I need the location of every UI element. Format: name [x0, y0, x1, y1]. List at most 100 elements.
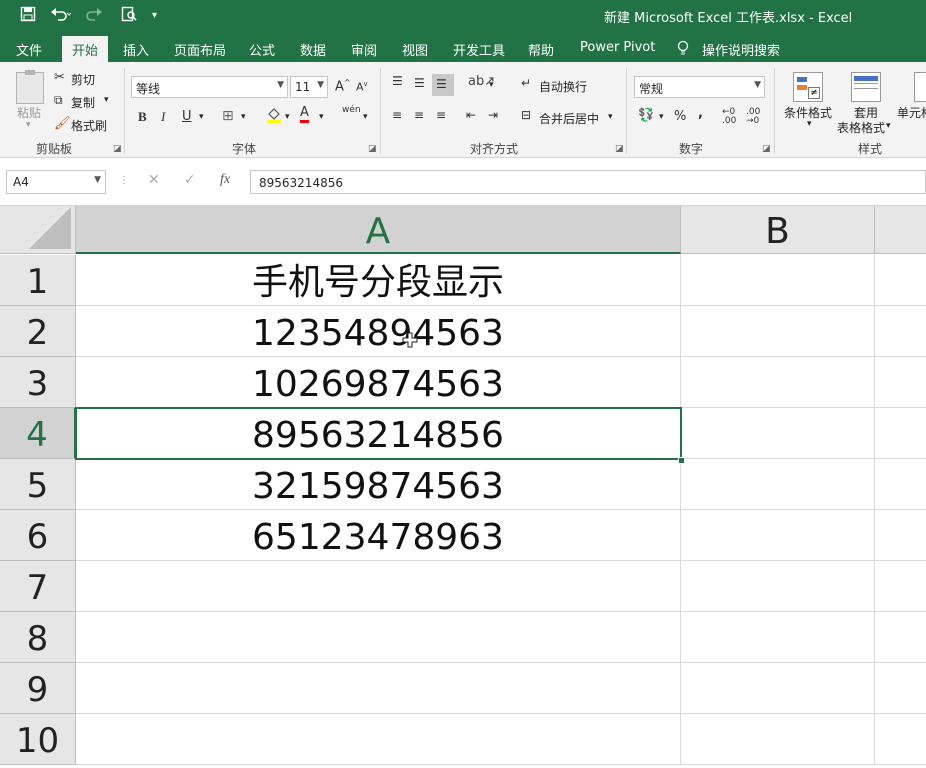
copy-button[interactable]: 复制 — [71, 94, 95, 111]
tab-page-layout[interactable]: 页面布局 — [174, 40, 226, 59]
align-bottom-icon[interactable]: ☰ — [432, 74, 454, 96]
font-launcher-icon[interactable]: ◪ — [368, 144, 377, 154]
format-as-table-button[interactable]: 表格格式 — [837, 119, 885, 136]
fill-color-icon[interactable] — [266, 106, 282, 128]
cell-a4[interactable]: 89563214856 — [76, 408, 681, 459]
cell-a1[interactable]: 手机号分段显示 — [76, 255, 681, 306]
fill-color-dropdown-icon[interactable]: ▾ — [285, 112, 290, 122]
cell-b5[interactable] — [681, 459, 875, 510]
font-color-dropdown-icon[interactable]: ▾ — [319, 112, 324, 122]
cell-b7[interactable] — [681, 561, 875, 612]
paste-icon[interactable] — [16, 70, 44, 104]
row-header[interactable]: 9 — [0, 663, 76, 714]
conditional-formatting-icon[interactable]: ≠ — [793, 72, 823, 102]
bold-button[interactable]: B — [138, 109, 147, 125]
number-format-select[interactable]: 常规 ▼ — [634, 76, 765, 98]
row-header[interactable]: 7 — [0, 561, 76, 612]
borders-icon[interactable]: ⊞ — [222, 108, 234, 124]
cell-a2[interactable]: 12354894563 — [76, 306, 681, 357]
tab-review[interactable]: 审阅 — [351, 40, 377, 59]
paste-button[interactable]: 粘贴 — [17, 104, 41, 121]
cell-a3[interactable]: 10269874563 — [76, 357, 681, 408]
tab-insert[interactable]: 插入 — [123, 40, 149, 59]
copy-dropdown-icon[interactable]: ▾ — [104, 95, 109, 105]
save-icon[interactable] — [20, 6, 36, 26]
tab-power-pivot[interactable]: Power Pivot — [580, 40, 655, 55]
tab-help[interactable]: 帮助 — [528, 40, 554, 59]
insert-function-button[interactable]: fx — [220, 172, 230, 188]
cell-c1[interactable] — [875, 255, 926, 306]
cell-b2[interactable] — [681, 306, 875, 357]
tab-formulas[interactable]: 公式 — [249, 40, 275, 59]
grow-font-icon[interactable]: A^ — [335, 78, 351, 94]
cell-c9[interactable] — [875, 663, 926, 714]
fill-handle[interactable] — [678, 457, 685, 464]
borders-dropdown-icon[interactable]: ▾ — [241, 112, 246, 122]
cell-b1[interactable] — [681, 255, 875, 306]
align-center-icon[interactable]: ≡ — [414, 108, 424, 122]
cell-b8[interactable] — [681, 612, 875, 663]
decrease-indent-icon[interactable]: ⇤ — [466, 108, 476, 122]
cell-a7[interactable] — [76, 561, 681, 612]
currency-dropdown-icon[interactable]: ▾ — [659, 112, 664, 122]
tell-me-search[interactable]: 操作说明搜索 — [702, 40, 780, 59]
cell-c5[interactable] — [875, 459, 926, 510]
cell-styles-button[interactable]: 单元格 — [897, 104, 926, 121]
redo-icon[interactable] — [85, 6, 107, 26]
orientation-dropdown-icon[interactable]: ▾ — [489, 80, 494, 90]
phonetic-icon[interactable]: wén — [342, 105, 361, 115]
align-left-icon[interactable]: ≡ — [392, 108, 402, 122]
format-painter-button[interactable]: 格式刷 — [71, 117, 107, 134]
underline-dropdown-icon[interactable]: ▾ — [199, 112, 204, 122]
enter-icon[interactable]: ✓ — [184, 172, 196, 188]
cell-c10[interactable] — [875, 714, 926, 765]
row-header[interactable]: 1 — [0, 255, 76, 306]
font-color-icon[interactable]: A — [300, 106, 309, 123]
wrap-text-icon[interactable]: ↵ — [521, 76, 531, 90]
cut-icon[interactable]: ✂ — [54, 70, 65, 85]
tab-file[interactable]: 文件 — [16, 40, 42, 59]
paste-dropdown-icon[interactable]: ▾ — [26, 120, 31, 130]
select-all-button[interactable] — [0, 206, 76, 254]
merge-dropdown-icon[interactable]: ▾ — [608, 112, 613, 122]
comma-button[interactable]: , — [698, 106, 703, 121]
cell-c8[interactable] — [875, 612, 926, 663]
cell-c6[interactable] — [875, 510, 926, 561]
cell-c2[interactable] — [875, 306, 926, 357]
cut-button[interactable]: 剪切 — [71, 71, 95, 88]
cell-a5[interactable]: 32159874563 — [76, 459, 681, 510]
formula-input[interactable]: 89563214856 — [250, 170, 926, 194]
clipboard-launcher-icon[interactable]: ◪ — [113, 144, 122, 154]
row-header-selected[interactable]: 4 — [0, 408, 76, 459]
copy-icon[interactable]: ⧉ — [54, 93, 63, 108]
cell-a9[interactable] — [76, 663, 681, 714]
column-header-c[interactable] — [875, 206, 926, 254]
row-header[interactable]: 10 — [0, 714, 76, 765]
tab-data[interactable]: 数据 — [300, 40, 326, 59]
cell-a10[interactable] — [76, 714, 681, 765]
cell-b6[interactable] — [681, 510, 875, 561]
align-middle-icon[interactable]: ☰ — [414, 76, 425, 90]
customize-qat-icon[interactable]: ▾ — [152, 10, 157, 21]
format-as-table-icon[interactable] — [851, 72, 881, 102]
cell-c3[interactable] — [875, 357, 926, 408]
row-header[interactable]: 3 — [0, 357, 76, 408]
alignment-launcher-icon[interactable]: ◪ — [615, 144, 624, 154]
column-header-a[interactable]: A — [76, 206, 681, 254]
font-name-select[interactable]: 等线 ▼ — [131, 76, 288, 98]
cell-b9[interactable] — [681, 663, 875, 714]
increase-indent-icon[interactable]: ⇥ — [488, 108, 498, 122]
column-header-b[interactable]: B — [681, 206, 875, 254]
cell-b4[interactable] — [681, 408, 875, 459]
undo-icon[interactable] — [50, 6, 72, 26]
format-painter-icon[interactable]: 🖌 — [54, 116, 71, 131]
phonetic-dropdown-icon[interactable]: ▾ — [363, 112, 368, 122]
cell-a6[interactable]: 65123478963 — [76, 510, 681, 561]
tab-view[interactable]: 视图 — [402, 40, 428, 59]
italic-button[interactable]: I — [161, 109, 165, 125]
cell-c4[interactable] — [875, 408, 926, 459]
format-as-table-dropdown-icon[interactable]: ▾ — [886, 121, 891, 131]
font-size-select[interactable]: 11 ▼ — [290, 76, 328, 98]
merge-center-button[interactable]: 合并后居中 — [539, 110, 599, 127]
row-header[interactable]: 8 — [0, 612, 76, 663]
